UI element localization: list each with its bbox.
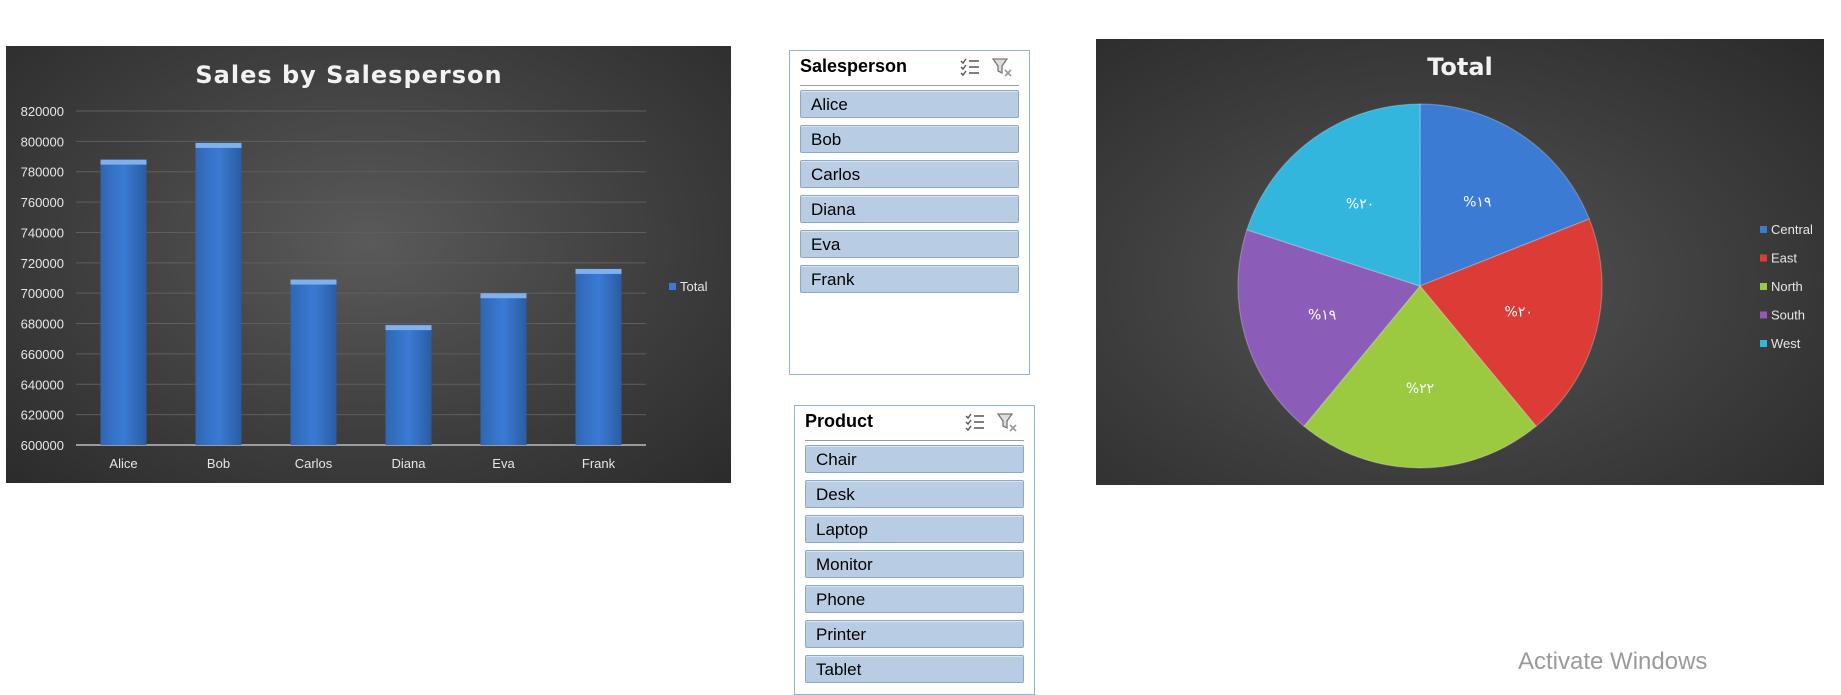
slicer-item-monitor[interactable]: Monitor <box>805 550 1024 578</box>
legend-marker <box>1760 226 1767 233</box>
slicer-item-frank[interactable]: Frank <box>800 265 1019 293</box>
legend-label: East <box>1771 251 1797 266</box>
slicer-header: Salesperson <box>800 51 1019 86</box>
bar-top-frank <box>575 268 622 274</box>
slicer-item-phone[interactable]: Phone <box>805 585 1024 613</box>
multi-select-icon[interactable] <box>959 56 981 78</box>
slicer-item-carlos[interactable]: Carlos <box>800 160 1019 188</box>
y-tick-label: 820000 <box>21 104 64 119</box>
bar-eva <box>480 296 527 445</box>
slicer-salesperson[interactable]: Salesperson Alice Bob Carlos Diana Eva F… <box>789 50 1030 375</box>
bar-top-carlos <box>290 279 337 285</box>
y-tick-label: 640000 <box>21 377 64 392</box>
x-tick-label: Diana <box>392 456 427 471</box>
slicer-item-printer[interactable]: Printer <box>805 620 1024 648</box>
clear-filter-icon[interactable] <box>991 56 1013 78</box>
y-tick-label: 620000 <box>21 408 64 423</box>
legend-marker <box>1760 311 1767 319</box>
y-tick-label: 600000 <box>21 438 64 453</box>
slicer-header: Product <box>805 406 1024 441</box>
bar-alice <box>100 162 147 446</box>
slicer-item-diana[interactable]: Diana <box>800 195 1019 223</box>
bar-carlos <box>290 282 337 445</box>
x-tick-label: Eva <box>492 456 515 471</box>
x-tick-label: Frank <box>582 456 616 471</box>
slicer-item-alice[interactable]: Alice <box>800 90 1019 118</box>
activate-windows-watermark: Activate Windows <box>1518 648 1708 675</box>
y-tick-label: 760000 <box>21 195 64 210</box>
y-tick-label: 660000 <box>21 347 64 362</box>
bar-chart-svg: Sales by Salesperson 600000 620000 640000 66… <box>21 61 708 471</box>
bar-chart-sales-by-salesperson[interactable]: Sales by Salesperson 600000 620000 640000 66… <box>6 46 731 483</box>
chart-title: Total <box>1427 53 1493 81</box>
y-tick-label: 680000 <box>21 317 64 332</box>
clear-filter-icon[interactable] <box>996 411 1018 433</box>
pie-data-label: %۲۰ <box>1505 304 1533 320</box>
slicer-title: Salesperson <box>800 56 908 76</box>
pie-data-label: %۲۰ <box>1346 197 1374 213</box>
legend-label: North <box>1771 279 1803 294</box>
y-tick-label: 800000 <box>21 134 64 149</box>
bar-top-alice <box>100 159 147 165</box>
slicer-items: Alice Bob Carlos Diana Eva Frank <box>790 86 1029 293</box>
legend-label: Total <box>680 279 708 294</box>
legend-marker <box>1760 283 1767 290</box>
legend-label: Central <box>1771 222 1813 237</box>
bar-frank <box>575 271 622 445</box>
x-tick-label: Carlos <box>295 456 333 471</box>
slicer-item-desk[interactable]: Desk <box>805 480 1024 508</box>
bar-top-diana <box>385 325 432 331</box>
bar-bob <box>195 145 242 445</box>
chart-title: Sales by Salesperson <box>195 61 502 89</box>
y-tick-label: 720000 <box>21 256 64 271</box>
slicer-item-bob[interactable]: Bob <box>800 125 1019 153</box>
x-tick-label: Bob <box>207 456 230 471</box>
pie-data-label: %۲۲ <box>1406 381 1434 397</box>
pie-data-label: %۱۹ <box>1308 307 1336 323</box>
slicer-item-eva[interactable]: Eva <box>800 230 1019 258</box>
slicer-item-tablet[interactable]: Tablet <box>805 655 1024 683</box>
legend-label: South <box>1771 308 1805 323</box>
legend-marker <box>1760 254 1767 262</box>
bar-diana <box>385 328 432 445</box>
slicer-title: Product <box>805 411 874 431</box>
x-tick-label: Alice <box>109 456 137 471</box>
bar-top-bob <box>195 142 242 148</box>
slicer-product[interactable]: Product Chair Desk Laptop Monitor Phone … <box>794 405 1035 695</box>
bar-top-eva <box>480 293 527 299</box>
slicer-item-laptop[interactable]: Laptop <box>805 515 1024 543</box>
y-tick-label: 740000 <box>21 225 64 240</box>
legend-marker <box>1760 340 1767 347</box>
pie-chart-svg: Total %۱۹ %۲۰ %۲۲ %۱۹ %۲۰ Central East North Sout… <box>1237 53 1813 469</box>
multi-select-icon[interactable] <box>964 411 986 433</box>
legend-marker <box>669 283 676 290</box>
slicer-item-chair[interactable]: Chair <box>805 445 1024 473</box>
y-tick-label: 700000 <box>21 286 64 301</box>
legend-label: West <box>1771 336 1801 351</box>
y-tick-label: 780000 <box>21 165 64 180</box>
pie-chart-total[interactable]: Total %۱۹ %۲۰ %۲۲ %۱۹ %۲۰ Central East North Sout… <box>1096 39 1824 485</box>
pie-data-label: %۱۹ <box>1463 195 1491 211</box>
slicer-items: Chair Desk Laptop Monitor Phone Printer … <box>795 441 1034 683</box>
